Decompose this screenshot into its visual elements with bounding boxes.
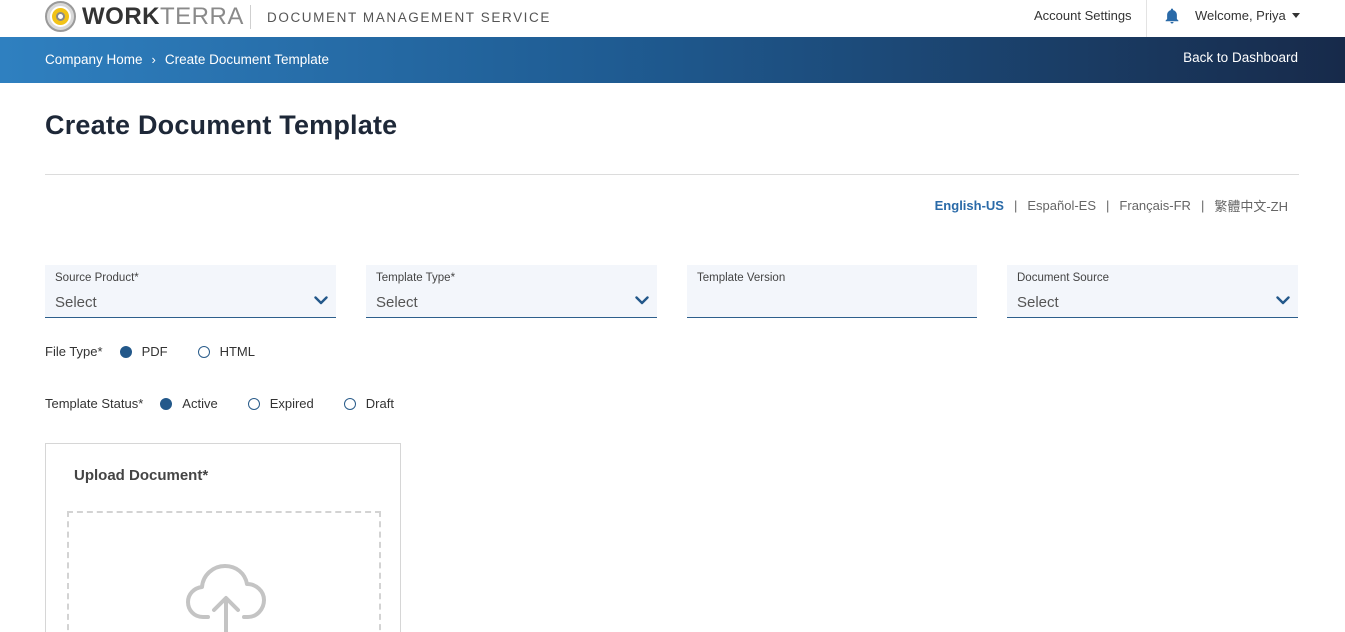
- upload-document-card: Upload Document*: [45, 443, 401, 632]
- upload-dropzone[interactable]: [67, 511, 381, 632]
- page-title: Create Document Template: [45, 110, 398, 140]
- header-separator: [1146, 0, 1147, 37]
- bell-icon[interactable]: [1163, 7, 1181, 25]
- logo-target-icon: [45, 1, 76, 32]
- lang-separator: |: [1200, 198, 1205, 213]
- document-source-label: Document Source: [1017, 272, 1110, 284]
- status-draft-label: Draft: [365, 396, 394, 411]
- header-divider: [250, 5, 251, 29]
- file-type-html-label: HTML: [219, 344, 255, 359]
- cloud-upload-icon: [186, 564, 266, 632]
- lang-separator: |: [1013, 198, 1018, 213]
- user-menu[interactable]: Welcome, Priya: [1195, 8, 1300, 23]
- document-source-select[interactable]: Document Source Select: [1007, 265, 1298, 318]
- template-type-label: Template Type*: [376, 272, 456, 284]
- file-type-label: File Type*: [45, 344, 103, 359]
- file-type-pdf-label: PDF: [141, 344, 168, 359]
- status-expired-radio[interactable]: Expired: [247, 396, 314, 411]
- template-type-select[interactable]: Template Type* Select: [366, 265, 657, 318]
- template-status-label: Template Status*: [45, 396, 144, 411]
- service-title: DOCUMENT MANAGEMENT SERVICE: [267, 10, 551, 25]
- upload-document-title: Upload Document*: [74, 467, 209, 484]
- source-product-label: Source Product*: [55, 272, 139, 284]
- radio-checked-icon: [160, 397, 173, 410]
- status-expired-label: Expired: [269, 396, 314, 411]
- file-type-pdf-radio[interactable]: PDF: [119, 344, 168, 359]
- chevron-down-icon: [635, 296, 649, 305]
- chevron-down-icon: [314, 296, 328, 305]
- brand-light: TERRA: [159, 3, 244, 30]
- status-draft-radio[interactable]: Draft: [343, 396, 394, 411]
- breadcrumb: Company Home › Create Document Template: [45, 52, 329, 67]
- source-product-value: Select: [55, 294, 97, 311]
- workterra-logo[interactable]: WORKTERRA: [45, 1, 244, 32]
- radio-unchecked-icon: [197, 345, 210, 358]
- caret-down-icon: [1291, 13, 1300, 18]
- template-status-group: Template Status* Active Expired Draft: [45, 396, 424, 411]
- chevron-right-icon: ›: [151, 52, 156, 67]
- template-version-label: Template Version: [697, 272, 786, 284]
- radio-unchecked-icon: [343, 397, 356, 410]
- source-product-select[interactable]: Source Product* Select: [45, 265, 336, 318]
- radio-checked-icon: [119, 345, 132, 358]
- chevron-down-icon: [1276, 296, 1290, 305]
- lang-separator: |: [1106, 198, 1110, 213]
- radio-unchecked-icon: [247, 397, 260, 410]
- title-divider: [45, 174, 1299, 175]
- breadcrumb-company-home[interactable]: Company Home: [45, 52, 143, 67]
- status-active-label: Active: [182, 396, 218, 411]
- language-switcher: English-US | Español-ES | Français-FR | …: [935, 196, 1288, 215]
- lang-francais-fr[interactable]: Français-FR: [1119, 198, 1191, 213]
- top-header: WORKTERRA DOCUMENT MANAGEMENT SERVICE Ac…: [0, 0, 1345, 37]
- file-type-group: File Type* PDF HTML: [45, 344, 285, 359]
- lang-espanol-es[interactable]: Español-ES: [1027, 198, 1096, 213]
- document-source-value: Select: [1017, 294, 1059, 311]
- lang-english-us[interactable]: English-US: [935, 198, 1004, 213]
- template-type-value: Select: [376, 294, 418, 311]
- breadcrumb-current: Create Document Template: [164, 52, 329, 67]
- status-active-radio[interactable]: Active: [160, 396, 218, 411]
- breadcrumb-bar: Company Home › Create Document Template …: [0, 37, 1345, 83]
- template-version-input[interactable]: Template Version: [687, 265, 977, 318]
- brand-bold: WORK: [82, 3, 160, 30]
- lang-chinese-zh[interactable]: 繁體中文-ZH: [1214, 196, 1288, 215]
- logo-text: WORKTERRA: [82, 1, 244, 32]
- account-settings-link[interactable]: Account Settings: [1034, 8, 1132, 23]
- welcome-text: Welcome, Priya: [1195, 8, 1286, 23]
- file-type-html-radio[interactable]: HTML: [197, 344, 255, 359]
- back-to-dashboard-link[interactable]: Back to Dashboard: [1183, 50, 1298, 65]
